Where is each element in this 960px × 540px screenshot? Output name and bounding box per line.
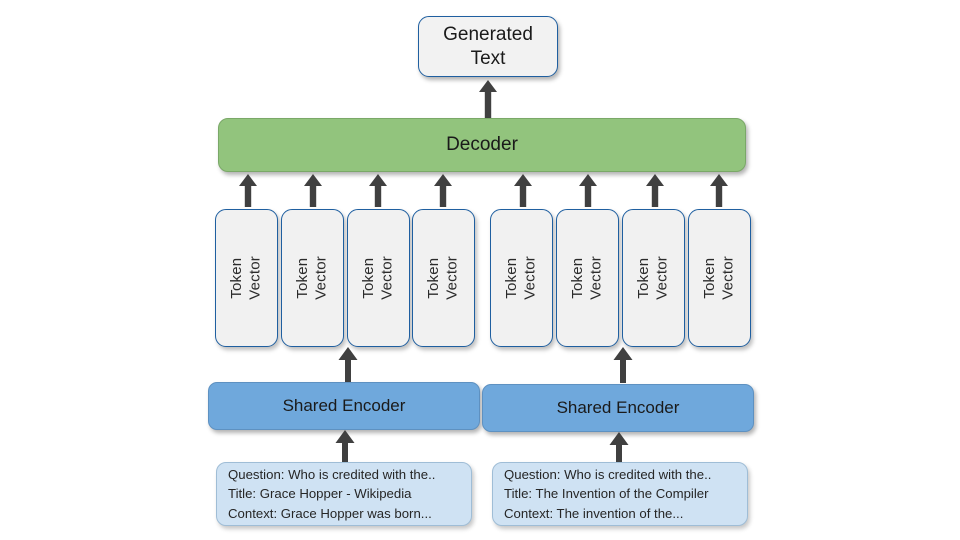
token-vector-box-4: Token Vector <box>412 209 475 347</box>
token-vector-box-3: Token Vector <box>347 209 410 347</box>
arrow-token-1-to-decoder <box>238 174 258 207</box>
arrow-input-2-to-encoder <box>608 432 630 465</box>
arrow-input-1-to-encoder <box>334 430 356 463</box>
token-vector-box-5: Token Vector <box>490 209 553 347</box>
shared-encoder-box-2: Shared Encoder <box>482 384 754 432</box>
shared-encoder-label: Shared Encoder <box>556 398 680 417</box>
generated-text-label: Generated Text <box>443 23 533 69</box>
token-vector-box-2: Token Vector <box>281 209 344 347</box>
arrow-token-3-to-decoder <box>368 174 388 207</box>
arrow-token-7-to-decoder <box>645 174 665 207</box>
diagram-canvas: Generated Text Decoder Token Vector Toke… <box>0 0 960 540</box>
token-vector-label: Token Vector <box>569 256 605 300</box>
arrow-token-5-to-decoder <box>513 174 533 207</box>
token-vector-label: Token Vector <box>360 256 396 300</box>
token-vector-box-6: Token Vector <box>556 209 619 347</box>
shared-encoder-box-1: Shared Encoder <box>208 382 480 430</box>
decoder-label: Decoder <box>446 134 518 155</box>
arrow-token-2-to-decoder <box>303 174 323 207</box>
input-passage-text: Question: Who is credited with the.. Tit… <box>228 467 436 521</box>
arrow-token-8-to-decoder <box>709 174 729 207</box>
arrow-token-6-to-decoder <box>578 174 598 207</box>
arrow-encoder-2-to-tokens <box>612 347 634 383</box>
token-vector-label: Token Vector <box>503 256 539 300</box>
token-vector-label: Token Vector <box>701 256 737 300</box>
generated-text-box: Generated Text <box>418 16 558 77</box>
input-passage-box-1: Question: Who is credited with the.. Tit… <box>216 462 472 526</box>
token-vector-box-8: Token Vector <box>688 209 751 347</box>
arrow-encoder-1-to-tokens <box>337 347 359 383</box>
token-vector-label: Token Vector <box>228 256 264 300</box>
decoder-box: Decoder <box>218 118 746 172</box>
input-passage-text: Question: Who is credited with the.. Tit… <box>504 467 712 521</box>
token-vector-label: Token Vector <box>635 256 671 300</box>
shared-encoder-label: Shared Encoder <box>282 396 406 415</box>
arrow-token-4-to-decoder <box>433 174 453 207</box>
token-vector-box-7: Token Vector <box>622 209 685 347</box>
token-vector-label: Token Vector <box>425 256 461 300</box>
token-vector-box-1: Token Vector <box>215 209 278 347</box>
token-vector-label: Token Vector <box>294 256 330 300</box>
arrow-decoder-to-output <box>478 80 498 118</box>
input-passage-box-2: Question: Who is credited with the.. Tit… <box>492 462 748 526</box>
